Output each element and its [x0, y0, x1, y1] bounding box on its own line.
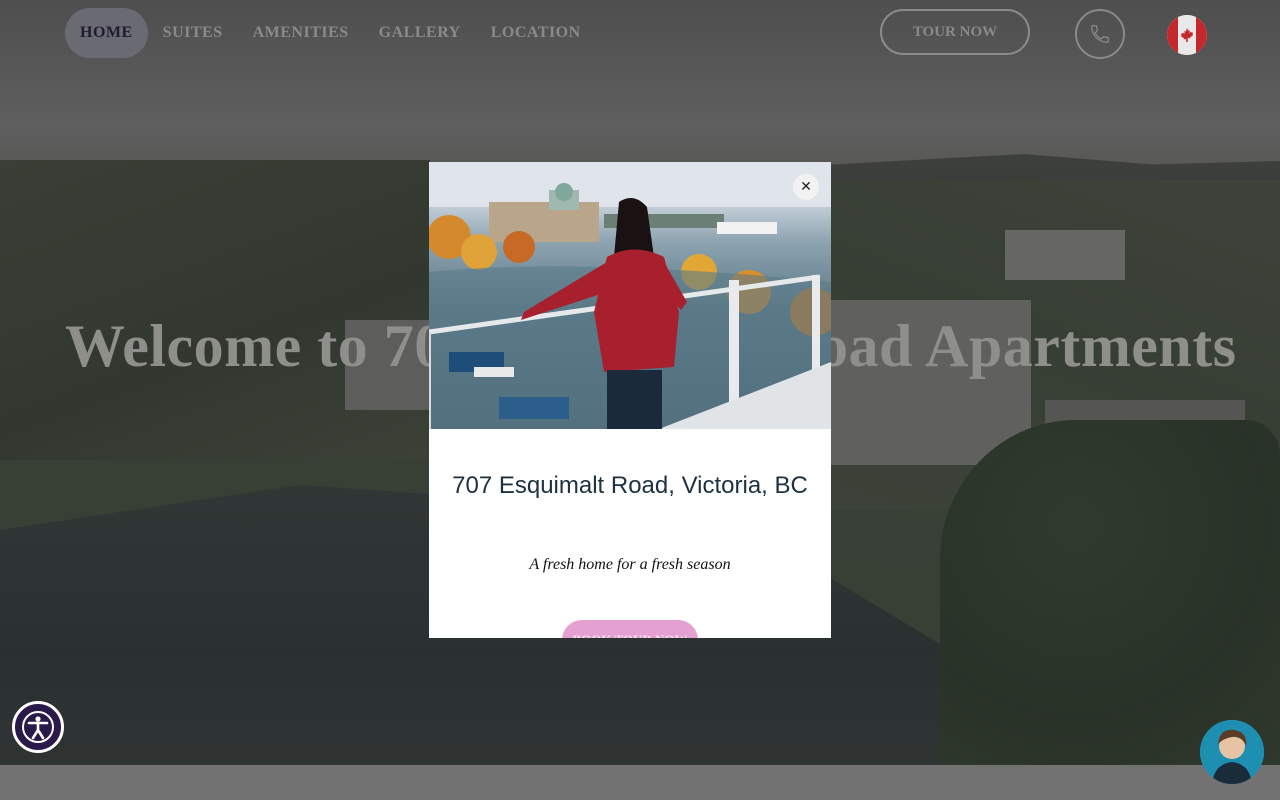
harbour-photo: [429, 162, 831, 429]
accessibility-button[interactable]: [12, 701, 64, 753]
nav-item-location[interactable]: LOCATION: [476, 8, 596, 58]
phone-icon: [1091, 25, 1109, 43]
modal-photo: [429, 162, 831, 429]
tour-now-button[interactable]: TOUR NOW: [880, 9, 1030, 55]
promo-modal: ✕ 707 Esquimalt Road, Victoria, BC A fre…: [429, 162, 831, 638]
modal-subtitle: A fresh home for a fresh season: [529, 556, 731, 573]
agent-avatar-image: [1200, 720, 1264, 784]
book-tour-button[interactable]: BOOK TOUR NOW: [562, 620, 698, 638]
modal-title: 707 Esquimalt Road, Victoria, BC: [452, 472, 808, 499]
footer-band: [0, 765, 1280, 800]
nav-item-gallery[interactable]: GALLERY: [364, 8, 476, 58]
nav-item-suites[interactable]: SUITES: [148, 8, 238, 58]
maple-leaf-icon: [1180, 28, 1194, 42]
chat-avatar[interactable]: [1200, 720, 1264, 784]
phone-button[interactable]: [1075, 9, 1125, 59]
canada-flag-icon[interactable]: [1167, 15, 1207, 55]
accessibility-icon: [22, 711, 54, 743]
close-icon[interactable]: ✕: [793, 174, 819, 200]
nav-item-home[interactable]: HOME: [65, 8, 148, 58]
nav-item-amenities[interactable]: AMENITIES: [238, 8, 364, 58]
main-nav: HOME SUITES AMENITIES GALLERY LOCATION: [65, 8, 596, 58]
